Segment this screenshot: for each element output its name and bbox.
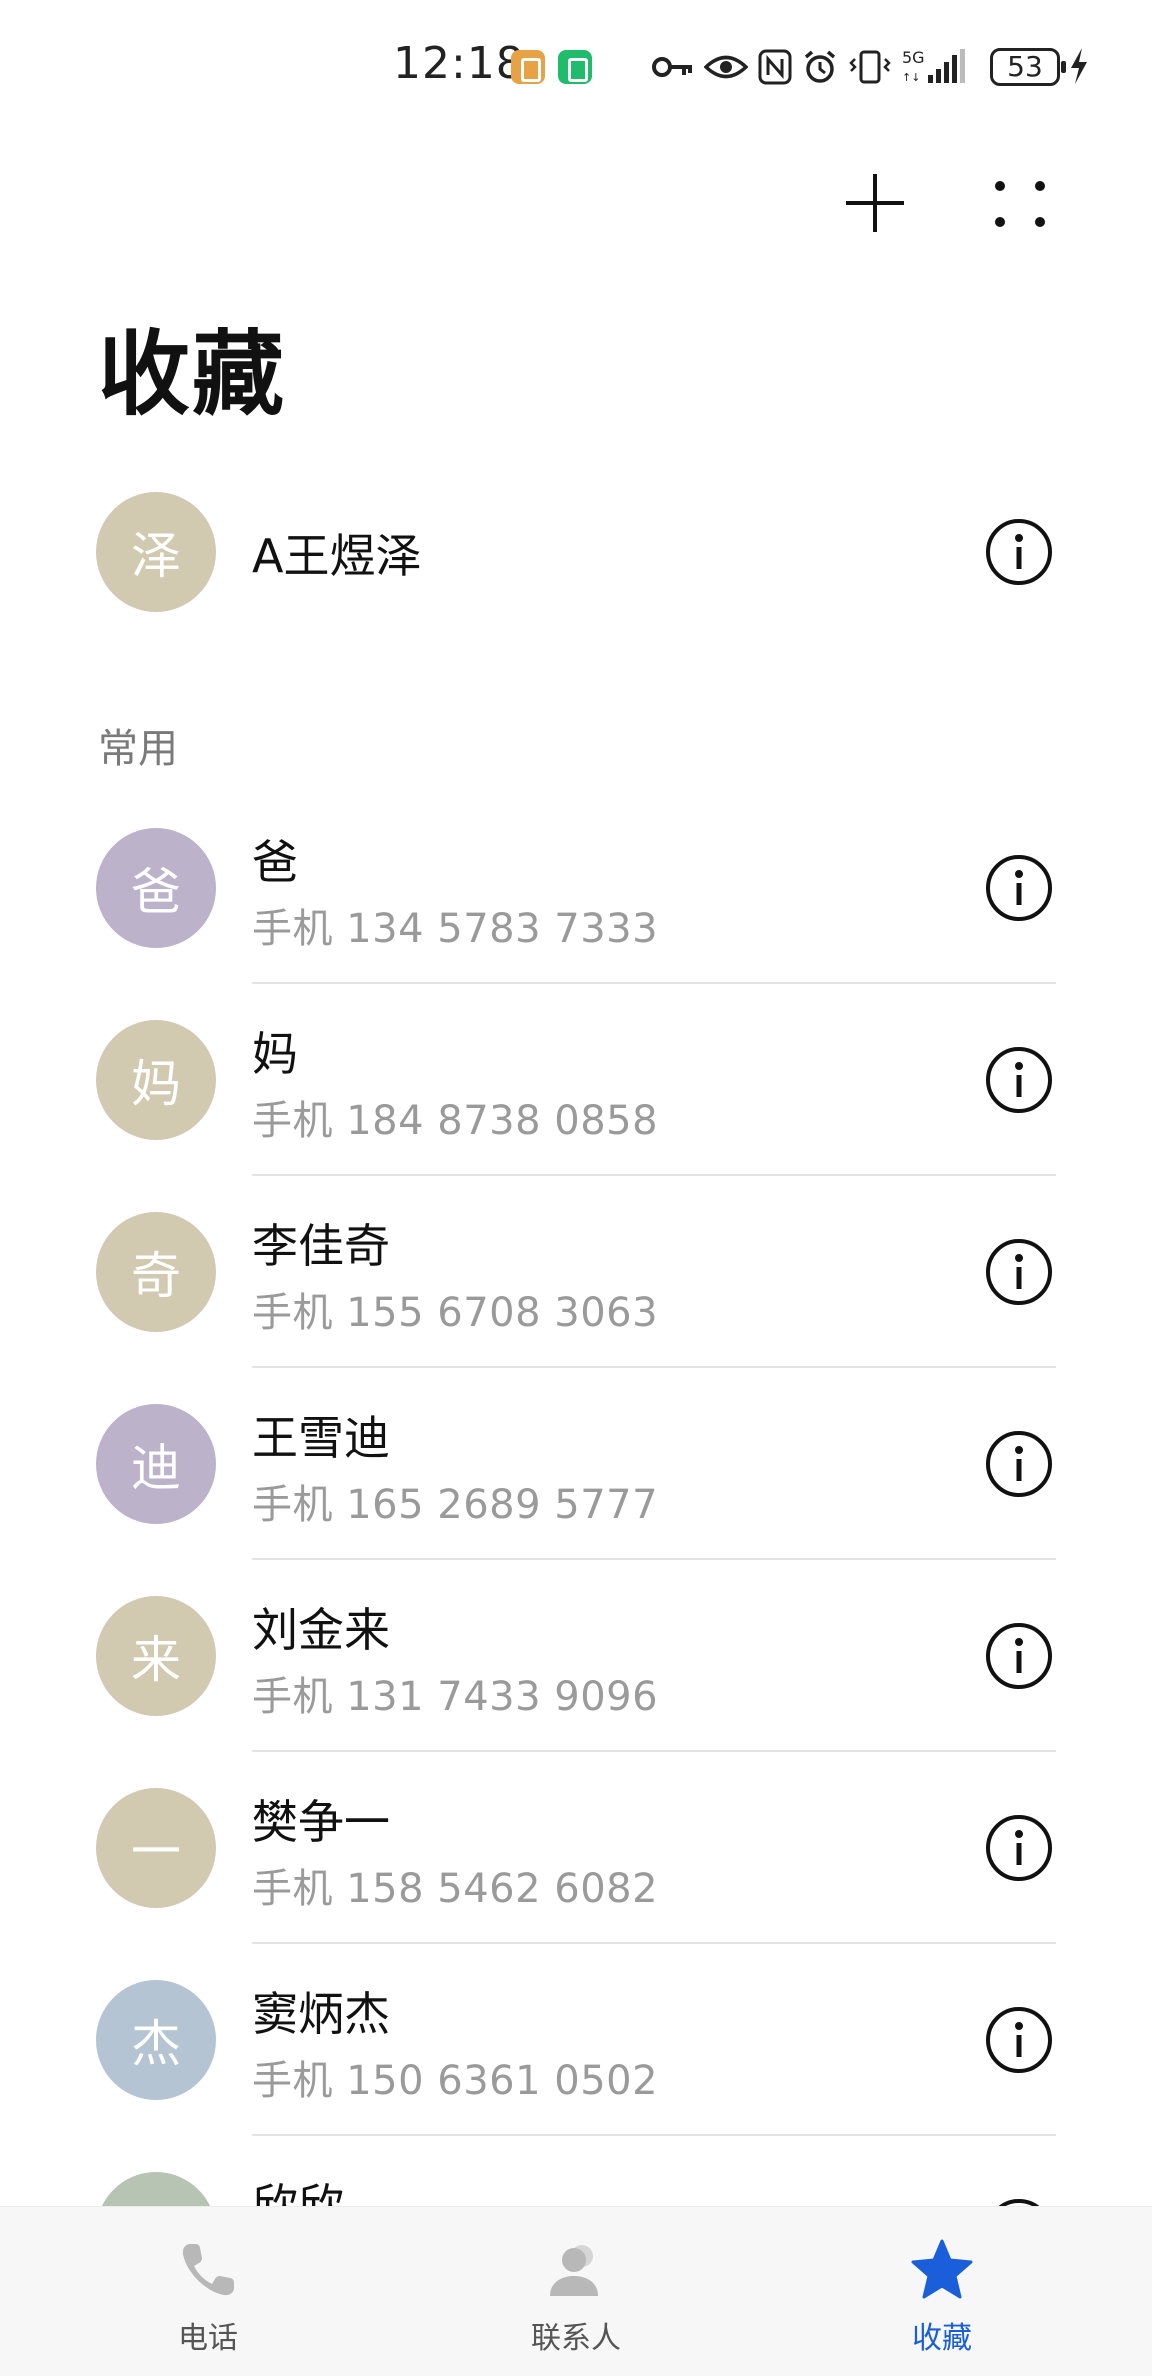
contact-info-button[interactable] bbox=[984, 517, 1054, 587]
contact-info-button[interactable] bbox=[984, 1621, 1054, 1691]
list-item[interactable]: 一 樊争一 手机 158 5462 6082 bbox=[0, 1752, 1152, 1944]
contact-name: 窦炳杰 bbox=[252, 1987, 390, 2041]
avatar: 杰 bbox=[96, 1980, 216, 2100]
info-icon bbox=[986, 2007, 1052, 2073]
add-contact-button[interactable] bbox=[842, 170, 908, 236]
contact-name: 王雪迪 bbox=[252, 1411, 390, 1465]
info-icon bbox=[986, 1815, 1052, 1881]
contact-name: 刘金来 bbox=[252, 1603, 390, 1657]
list-item[interactable]: 杰 窦炳杰 手机 150 6361 0502 bbox=[0, 1944, 1152, 2136]
nav-label: 电话 bbox=[178, 2321, 238, 2356]
more-dots-icon bbox=[995, 181, 1045, 227]
list-item[interactable]: 迪 王雪迪 手机 165 2689 5777 bbox=[0, 1368, 1152, 1560]
tab-contacts[interactable]: 联系人 bbox=[476, 2207, 676, 2376]
svg-text:5G: 5G bbox=[902, 48, 925, 67]
alarm-icon bbox=[802, 47, 838, 87]
avatar: 迪 bbox=[96, 1404, 216, 1524]
app-notification-icon bbox=[511, 50, 545, 84]
contact-phone: 手机 155 6708 3063 bbox=[252, 1290, 659, 1336]
bottom-nav: 电话 联系人 收藏 bbox=[0, 2206, 1152, 2376]
more-options-button[interactable] bbox=[988, 174, 1052, 238]
contact-name: 妈 bbox=[252, 1027, 298, 1081]
contact-phone: 手机 150 6361 0502 bbox=[252, 2058, 659, 2104]
charging-icon bbox=[1068, 46, 1090, 90]
nav-label: 联系人 bbox=[531, 2321, 621, 2356]
favorite-contact-row[interactable]: 泽 A王煜泽 bbox=[0, 456, 1152, 648]
list-item[interactable]: 来 刘金来 手机 131 7433 9096 bbox=[0, 1560, 1152, 1752]
info-icon bbox=[986, 1047, 1052, 1113]
contact-name: 爸 bbox=[252, 835, 298, 889]
key-icon bbox=[652, 47, 694, 87]
status-icons: 5G ↑↓ bbox=[652, 44, 968, 90]
battery-icon: 53 bbox=[990, 48, 1066, 86]
contact-phone: 手机 158 5462 6082 bbox=[252, 1866, 659, 1912]
contact-info-button[interactable] bbox=[984, 1045, 1054, 1115]
avatar: 爸 bbox=[96, 828, 216, 948]
svg-text:↑↓: ↑↓ bbox=[902, 71, 920, 84]
nav-label: 收藏 bbox=[912, 2321, 972, 2356]
info-icon bbox=[986, 1239, 1052, 1305]
info-icon bbox=[986, 855, 1052, 921]
contact-phone: 手机 165 2689 5777 bbox=[252, 1482, 659, 1528]
contacts-icon bbox=[541, 2235, 611, 2305]
vibrate-icon bbox=[848, 47, 892, 87]
star-icon bbox=[907, 2235, 977, 2305]
list-item[interactable]: 奇 李佳奇 手机 155 6708 3063 bbox=[0, 1176, 1152, 1368]
list-item[interactable]: 妈 妈 手机 184 8738 0858 bbox=[0, 984, 1152, 1176]
info-icon bbox=[986, 1623, 1052, 1689]
phone-icon bbox=[173, 2235, 243, 2305]
info-icon bbox=[986, 1431, 1052, 1497]
info-icon bbox=[986, 519, 1052, 585]
section-header-frequent: 常用 bbox=[98, 726, 178, 772]
eye-icon bbox=[704, 47, 748, 87]
tab-favorites[interactable]: 收藏 bbox=[842, 2207, 1042, 2376]
contact-info-button[interactable] bbox=[984, 1429, 1054, 1499]
contact-name: 李佳奇 bbox=[252, 1219, 390, 1273]
contact-info-button[interactable] bbox=[984, 853, 1054, 923]
timer-app-icon bbox=[558, 50, 592, 84]
contact-info-button[interactable] bbox=[984, 2005, 1054, 2075]
contact-phone: 手机 131 7433 9096 bbox=[252, 1674, 659, 1720]
5g-signal-icon: 5G ↑↓ bbox=[902, 47, 968, 87]
avatar: 一 bbox=[96, 1788, 216, 1908]
contact-name: 樊争一 bbox=[252, 1795, 390, 1849]
avatar: 妈 bbox=[96, 1020, 216, 1140]
avatar: 奇 bbox=[96, 1212, 216, 1332]
contact-phone: 手机 134 5783 7333 bbox=[252, 906, 659, 952]
page-title: 收藏 bbox=[98, 321, 287, 428]
nfc-icon bbox=[758, 47, 792, 87]
status-bar: 12:18 5G ↑↓ 53 bbox=[0, 0, 1152, 130]
contact-info-button[interactable] bbox=[984, 1237, 1054, 1307]
tab-phone[interactable]: 电话 bbox=[108, 2207, 308, 2376]
status-time: 12:18 bbox=[393, 38, 525, 89]
contact-info-button[interactable] bbox=[984, 1813, 1054, 1883]
avatar: 来 bbox=[96, 1596, 216, 1716]
avatar: 泽 bbox=[96, 492, 216, 612]
plus-icon bbox=[846, 174, 904, 232]
contact-name: A王煜泽 bbox=[252, 529, 422, 583]
list-item[interactable]: 爸 爸 手机 134 5783 7333 bbox=[0, 792, 1152, 984]
contact-phone: 手机 184 8738 0858 bbox=[252, 1098, 659, 1144]
